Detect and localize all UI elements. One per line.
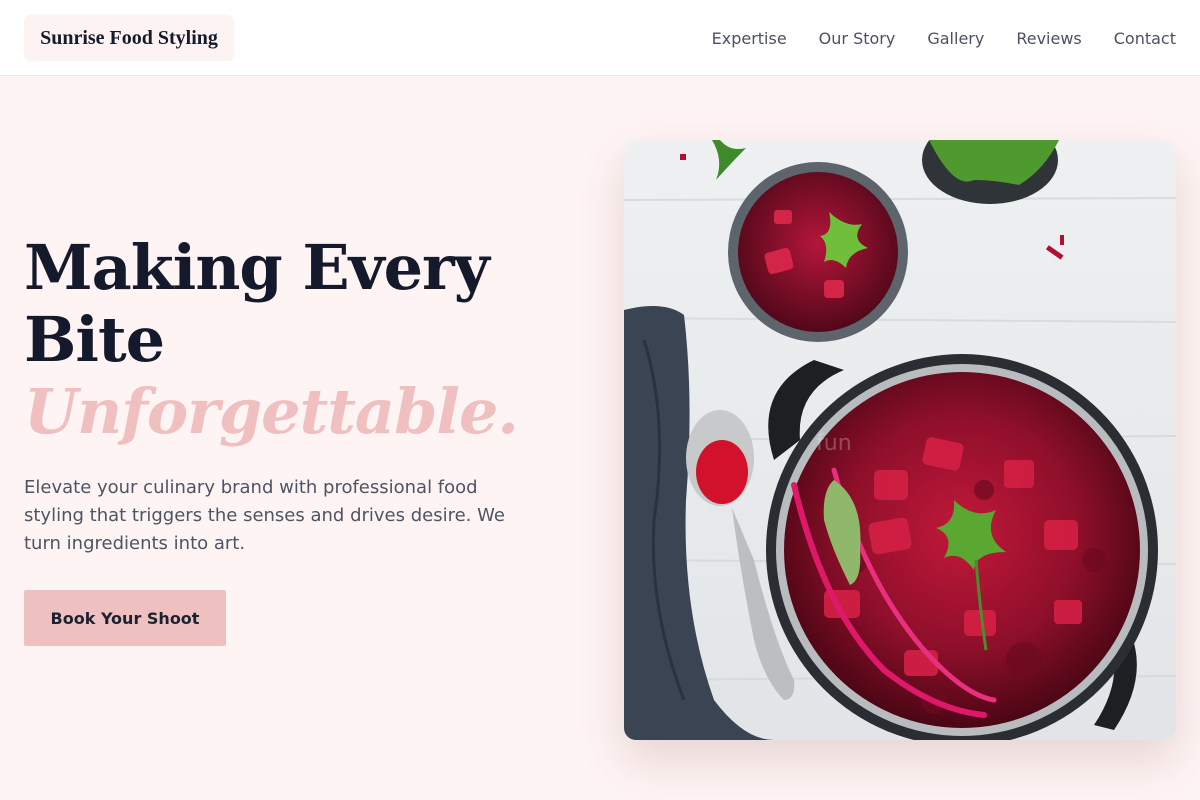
nav-link-contact[interactable]: Contact [1114, 29, 1176, 48]
main-nav: Expertise Our Story Gallery Reviews Cont… [680, 0, 1176, 76]
hero-title-line-2: Bite [24, 303, 165, 376]
hero-title-line-1: Making Every [24, 231, 490, 304]
nav-link-reviews[interactable]: Reviews [1016, 29, 1081, 48]
nav-link-gallery[interactable]: Gallery [927, 29, 984, 48]
brand-logo[interactable]: Sunrise Food Styling [24, 15, 234, 61]
nav-link-our-story[interactable]: Our Story [819, 29, 896, 48]
top-navigation-bar: Sunrise Food Styling Expertise Our Story… [0, 0, 1200, 76]
nav-link-expertise[interactable]: Expertise [712, 29, 787, 48]
hero-title: Making Every Bite Unforgettable. [24, 232, 584, 448]
hero-title-accent: Unforgettable. [24, 375, 519, 448]
book-shoot-button[interactable]: Book Your Shoot [24, 590, 226, 646]
hero-food-photo: fun [624, 140, 1176, 740]
beet-soup-illustration: fun [624, 140, 1176, 740]
hero-subtitle: Elevate your culinary brand with profess… [24, 477, 505, 554]
watermark-text: fun [816, 431, 852, 456]
